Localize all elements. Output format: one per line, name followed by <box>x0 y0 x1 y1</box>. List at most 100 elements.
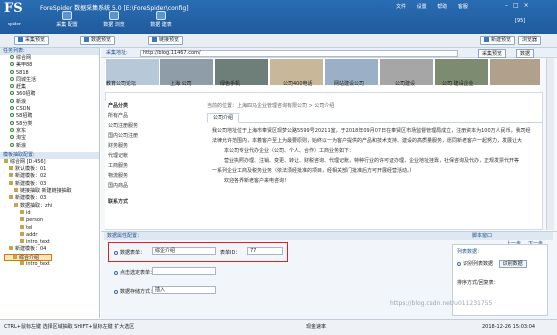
tree-node[interactable]: addr <box>4 231 99 239</box>
url-label: 采集地址: <box>106 50 128 56</box>
menu-settings[interactable]: 设置 <box>417 4 427 10</box>
banner-label[interactable]: 公司建设 <box>395 80 415 87</box>
collect-preview-button[interactable]: 采集预览 <box>14 36 50 45</box>
task-item[interactable]: 360招聘 <box>10 91 99 98</box>
data-browse-button[interactable]: 数据 浏览 <box>94 11 134 33</box>
menu-help[interactable]: 帮助 <box>437 4 447 10</box>
task-item[interactable]: 58招聘 <box>10 113 99 120</box>
list-data-option: 识别列表数据 识别数据 <box>453 258 547 269</box>
collect-config-button[interactable]: 采集 配置 <box>47 11 87 33</box>
maximize-icon[interactable]: □ <box>513 2 524 9</box>
status-speed: 现金速率 <box>306 324 327 330</box>
banner-label[interactable]: 绿色手机 <box>220 80 240 87</box>
radio-icon[interactable] <box>114 290 118 294</box>
tree-node[interactable]: 新建模板：03 <box>4 180 99 188</box>
sidebar-link[interactable]: 工商服务 <box>105 161 177 171</box>
close-icon[interactable]: × <box>524 2 534 9</box>
task-icon <box>10 69 14 74</box>
status-hint: CTRL+鼠标左键 选择区域抽取 SHIFT+鼠标左键 扩大选区 <box>4 324 135 330</box>
field-icon <box>20 217 24 222</box>
banner-label[interactable]: 网站建设公司 <box>334 80 364 87</box>
browser-button[interactable]: 浏览器 <box>518 36 542 45</box>
breadcrumb: 当前的位置：上海四马企业管理咨询有限公司 > 公司介绍 <box>207 103 335 109</box>
menu-file[interactable]: 文件 <box>396 4 406 10</box>
intro-line: 欢迎各界新老客户来电咨询！ <box>224 178 290 184</box>
data-preview-button[interactable]: 数据预览 <box>80 36 116 45</box>
url-preview-button[interactable]: 采集预览 <box>478 49 507 58</box>
collect-label: 点击选定表单： <box>114 269 155 276</box>
task-item[interactable]: 新浪 <box>10 98 99 106</box>
sidebar-link[interactable]: 财务服务 <box>105 141 177 151</box>
task-item[interactable]: 新浪 <box>10 142 99 150</box>
task-icon <box>10 142 14 147</box>
radio-icon[interactable] <box>114 271 118 275</box>
new-icon <box>484 37 489 42</box>
left-panel: 任务列表: 综合网 美甲88 5818 同城生活 赶集 360招聘 新浪 CSD… <box>0 48 100 318</box>
sidebar-link[interactable]: 代理记帐 <box>105 151 177 161</box>
banner-label[interactable]: 公司 建设企业 <box>442 80 474 87</box>
preview-scrollbar[interactable] <box>546 58 554 230</box>
radio-icon[interactable] <box>457 262 461 266</box>
sidebar-title: 产品分类 <box>108 103 129 109</box>
contact-title[interactable]: 联系方式 <box>105 197 177 207</box>
collect-config-icon <box>62 11 72 20</box>
sidebar-link[interactable]: 所有产品 <box>105 111 177 121</box>
url-input[interactable]: http://blog.11467.com/ <box>140 50 458 57</box>
store-label: 数据存储方式： <box>114 288 155 295</box>
url-data-button[interactable]: 数据 <box>516 49 535 58</box>
sidebar-link[interactable]: 国内商品 <box>105 181 177 191</box>
chain-preview-button[interactable]: 链接预览 <box>148 36 184 45</box>
tree-node[interactable]: 新建模板：03 <box>4 195 99 202</box>
data-table-button[interactable]: 数据 建表 <box>141 11 181 33</box>
status-time: 2018-12-26 15:03:04 <box>482 324 536 330</box>
minimize-icon[interactable]: – <box>505 2 513 9</box>
sidebar-link[interactable]: 公司注册服务 <box>105 121 177 131</box>
banner-label[interactable]: 上海 公司 <box>170 80 192 87</box>
watermark: https://blog.csdn.net/u011231755 <box>390 300 493 307</box>
task-icon <box>10 127 14 132</box>
field-icon <box>20 261 24 266</box>
tree-node[interactable]: intro_text <box>4 261 99 268</box>
sort-label: 排序方式/回复表： <box>457 280 499 286</box>
tree-title: 模板抽取配置: <box>0 151 99 159</box>
store-select[interactable]: 插入 <box>152 286 216 294</box>
intro-line: 法律允许范围内，本着客户至上为最要原则，始终以一为客户提供的产品和技术支持、建设… <box>212 138 523 144</box>
intro-tab-bar: 公司介绍 <box>207 113 543 123</box>
intro-line: 本公司专业代办企业（公司、个人、合作）工商业务如下： <box>224 148 355 154</box>
task-icon <box>10 84 14 89</box>
tree-node[interactable]: 数据抽取：zhi <box>4 202 99 210</box>
task-item[interactable]: 美甲88 <box>10 62 99 69</box>
banner-label[interactable]: 教育公司论坛 <box>106 80 136 87</box>
list-data-title: 列表数据： <box>457 249 483 255</box>
script-window-button[interactable]: 脚本窗口 <box>472 232 492 239</box>
collect-field[interactable] <box>152 267 216 275</box>
intro-line: 一系列企业工商及税务业务（依法须经批准的项目，经相关部门批准后方可开展经营活动。… <box>212 168 415 174</box>
data-icon <box>84 37 89 42</box>
template-tree: 综合网 [D:456] 默认模板：01 新建模板：02 新建模板：03 链接抽取… <box>0 158 99 268</box>
sidebar-link[interactable]: 国内公司注册 <box>105 131 177 141</box>
tree-node[interactable]: tel <box>4 224 99 232</box>
app-logo: FS spider <box>4 1 23 27</box>
intro-tab[interactable]: 公司介绍 <box>207 113 240 123</box>
radio-icon[interactable] <box>114 251 118 255</box>
banner-label[interactable]: 公司400电话 <box>283 80 313 87</box>
table-id-field[interactable]: 77 <box>247 247 283 255</box>
menu-service[interactable]: 客服 <box>458 4 468 10</box>
tree-node[interactable]: 新建模板：04 <box>4 246 99 253</box>
data-extract-icon <box>14 202 18 207</box>
task-item[interactable]: 5818 <box>10 69 99 77</box>
tree-node-selected[interactable]: 综合介绍 <box>4 253 52 262</box>
title-bar: FS spider ForeSpider 数据采集系统 5.0 [E:\Fore… <box>0 0 557 34</box>
tree-node[interactable]: person <box>4 217 99 224</box>
recognize-data-button[interactable]: 识别数据 <box>498 260 527 268</box>
tree-node[interactable]: 新建模板：02 <box>4 173 99 180</box>
data-table-label: 数据表单： <box>114 249 145 256</box>
new-preview-button[interactable]: 新建预览 <box>480 36 516 45</box>
sidebar-link[interactable]: 物流服务 <box>105 171 177 181</box>
task-icon <box>10 120 14 125</box>
tree-node[interactable]: id <box>4 209 99 217</box>
task-item[interactable]: 淘宝 <box>10 135 99 142</box>
task-item[interactable]: 58分类 <box>10 120 99 128</box>
folder-icon <box>9 166 13 171</box>
data-table-select[interactable]: 综企介绍 <box>152 247 216 255</box>
